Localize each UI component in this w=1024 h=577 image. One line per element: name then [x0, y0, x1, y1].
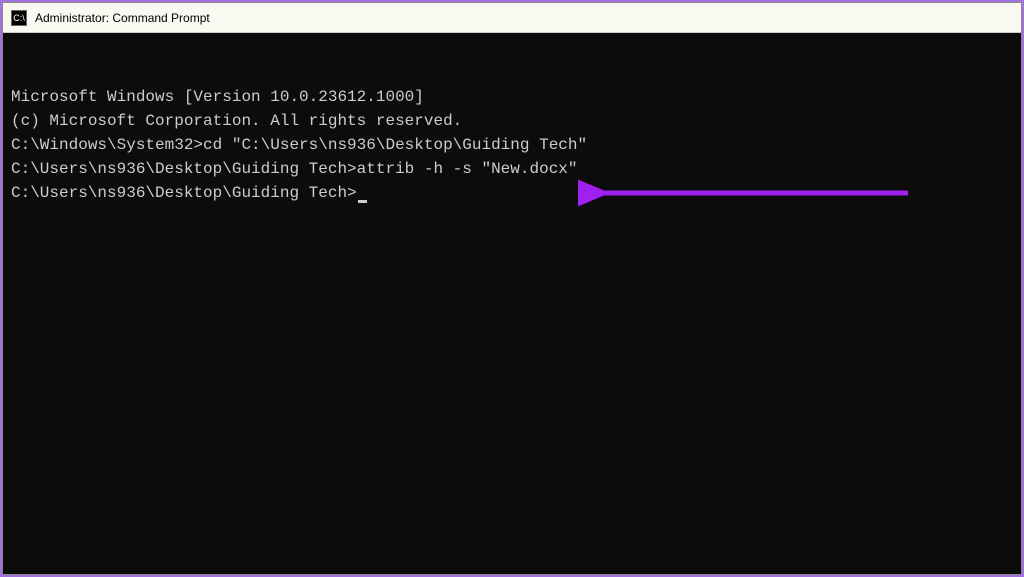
annotation-arrow-icon — [578, 173, 918, 213]
version-line: Microsoft Windows [Version 10.0.23612.10… — [11, 85, 1013, 109]
cmd-icon-label: C:\ — [13, 13, 25, 23]
window-title: Administrator: Command Prompt — [35, 11, 210, 25]
cursor-icon — [358, 200, 367, 203]
prompt-1: C:\Windows\System32> — [11, 136, 203, 154]
titlebar[interactable]: C:\ Administrator: Command Prompt — [3, 3, 1021, 33]
cmd-icon: C:\ — [11, 10, 27, 26]
prompt-3: C:\Users\ns936\Desktop\Guiding Tech> — [11, 184, 357, 202]
command-1: cd "C:\Users\ns936\Desktop\Guiding Tech" — [203, 136, 587, 154]
command-line-1: C:\Windows\System32>cd "C:\Users\ns936\D… — [11, 133, 1013, 157]
prompt-2: C:\Users\ns936\Desktop\Guiding Tech> — [11, 160, 357, 178]
command-prompt-window: C:\ Administrator: Command Prompt Micros… — [2, 2, 1022, 575]
copyright-line: (c) Microsoft Corporation. All rights re… — [11, 109, 1013, 133]
command-2: attrib -h -s "New.docx" — [357, 160, 578, 178]
terminal-area[interactable]: Microsoft Windows [Version 10.0.23612.10… — [3, 33, 1021, 574]
